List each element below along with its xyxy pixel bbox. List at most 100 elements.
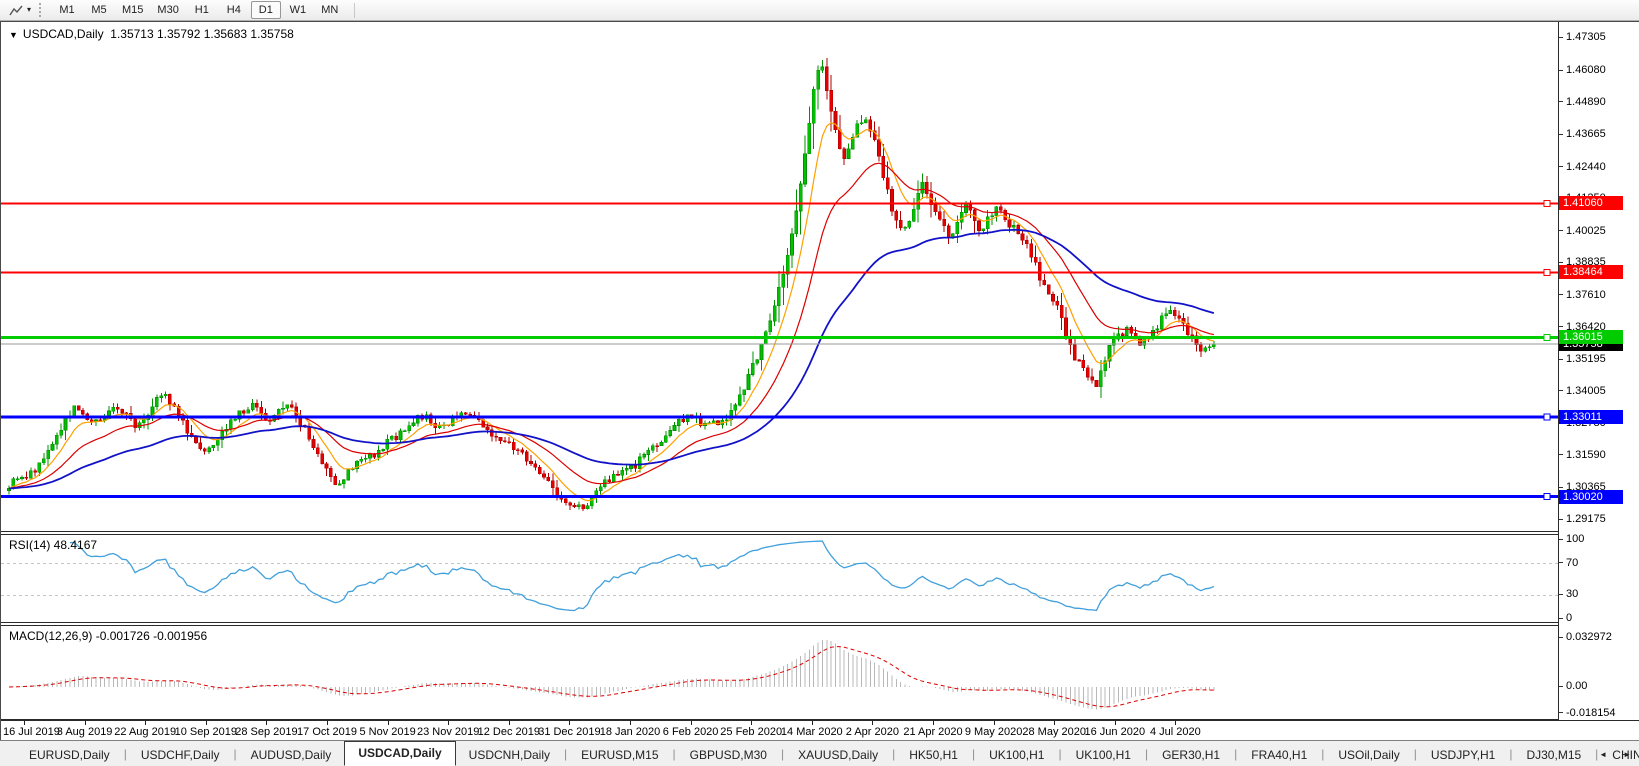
hline-handle[interactable]: [1544, 269, 1550, 275]
time-axis-tick: [569, 721, 570, 725]
date-label: 17 Oct 2019: [297, 726, 357, 738]
macd-indicator-pane[interactable]: MACD(12,26,9) -0.001726 -0.001956: [1, 625, 1558, 720]
timeframe-button-w1[interactable]: W1: [283, 1, 313, 19]
date-label: 25 Feb 2020: [720, 726, 782, 738]
date-label: 31 Dec 2019: [538, 726, 600, 738]
time-axis-tick: [1054, 721, 1055, 725]
trading-terminal-window: ▾ M1M5M15M30H1H4D1W1MN ▼ USDCAD,Daily 1.3…: [0, 0, 1639, 766]
date-label: 6 Feb 2020: [663, 726, 719, 738]
hline-handle[interactable]: [1544, 414, 1550, 420]
chart-tab-usdcad-daily[interactable]: USDCAD,Daily: [344, 741, 455, 766]
macd-axis-label: -0.018154: [1559, 706, 1616, 720]
date-label: 10 Sep 2019: [175, 726, 237, 738]
price-axis-label: 1.37610: [1559, 288, 1606, 302]
rsi-axis-label: 70: [1559, 556, 1578, 570]
date-label: 28 May 2020: [1022, 726, 1086, 738]
date-label: 28 Sep 2019: [235, 726, 297, 738]
time-axis-tick: [448, 721, 449, 725]
time-axis-tick: [872, 721, 873, 725]
chart-tools-button[interactable]: ▾: [5, 2, 35, 19]
time-axis-tick: [994, 721, 995, 725]
timeframe-button-d1[interactable]: D1: [251, 1, 281, 19]
moving-average-21: [9, 163, 1214, 488]
scroll-right-icon[interactable]: ►: [1623, 751, 1631, 759]
hline-price-badge: 1.36015: [1559, 330, 1623, 344]
chart-tab-uk100-h1[interactable]: UK100,H1: [1063, 744, 1144, 766]
chart-tab-eurusd-daily[interactable]: EURUSD,Daily: [16, 744, 123, 766]
chart-tab-hk50-h1[interactable]: HK50,H1: [896, 744, 971, 766]
rsi-label: RSI(14) 48.4167: [9, 538, 97, 552]
chart-tab-usdjpy-h1[interactable]: USDJPY,H1: [1418, 744, 1508, 766]
time-axis[interactable]: 16 Jul 20193 Aug 201922 Aug 201910 Sep 2…: [1, 720, 1639, 741]
date-label: 16 Jun 2020: [1085, 726, 1146, 738]
timeframe-buttons: M1M5M15M30H1H4D1W1MN: [51, 1, 346, 19]
timeframe-toolbar: ▾ M1M5M15M30H1H4D1W1MN: [0, 0, 1639, 21]
time-axis-tick: [327, 721, 328, 725]
chart-tab-usdchf-daily[interactable]: USDCHF,Daily: [128, 744, 233, 766]
toolbar-separator: [354, 3, 355, 18]
timeframe-button-m5[interactable]: M5: [84, 1, 114, 19]
chart-tab-fra40-h1[interactable]: FRA40,H1: [1238, 744, 1320, 766]
timeframe-button-h4[interactable]: H4: [219, 1, 249, 19]
time-axis-tick: [1115, 721, 1116, 725]
rsi-canvas[interactable]: [1, 536, 1558, 623]
time-axis-tick: [630, 721, 631, 725]
time-axis-tick: [145, 721, 146, 725]
price-chart-canvas[interactable]: [1, 23, 1558, 529]
price-axis-label: 1.47305: [1559, 30, 1606, 44]
time-axis-tick: [751, 721, 752, 725]
chart-tab-xauusd-daily[interactable]: XAUUSD,Daily: [785, 744, 891, 766]
tab-list: EURUSD,Daily|USDCHF,Daily|AUDUSD,DailyUS…: [16, 741, 1639, 766]
rsi-axis-label: 100: [1559, 532, 1584, 546]
hline-handle[interactable]: [1544, 334, 1550, 340]
rsi-indicator-pane[interactable]: RSI(14) 48.4167: [1, 534, 1558, 623]
chart-tab-gbpusd-m30[interactable]: GBPUSD,M30: [677, 744, 780, 766]
date-label: 2 Apr 2020: [846, 726, 899, 738]
timeframe-button-h1[interactable]: H1: [187, 1, 217, 19]
timeframe-button-m15[interactable]: M15: [116, 1, 149, 19]
hline-price-badge: 1.38464: [1559, 265, 1623, 279]
price-axis-label: 1.35195: [1559, 352, 1606, 366]
date-label: 16 Jul 2019: [3, 726, 60, 738]
chart-tab-uk100-h1[interactable]: UK100,H1: [976, 744, 1057, 766]
symbol-title: USDCAD,Daily: [23, 27, 104, 41]
price-axis-label: 1.42440: [1559, 160, 1606, 174]
time-axis-tick: [812, 721, 813, 725]
price-axis: 1.473051.460801.448901.436651.424401.412…: [1559, 22, 1639, 720]
hline-price-badge: 1.30020: [1559, 490, 1623, 504]
time-axis-tick: [388, 721, 389, 725]
time-axis-tick: [206, 721, 207, 725]
price-axis-label: 1.40025: [1559, 224, 1606, 238]
macd-label: MACD(12,26,9) -0.001726 -0.001956: [9, 629, 207, 643]
hline-price-badge: 1.41060: [1559, 196, 1623, 210]
chart-tab-audusd-daily[interactable]: AUDUSD,Daily: [238, 744, 345, 766]
chart-tab-bar: EURUSD,Daily|USDCHF,Daily|AUDUSD,DailyUS…: [0, 740, 1639, 766]
hline-handle[interactable]: [1544, 200, 1550, 206]
scroll-left-icon[interactable]: ◄: [1599, 751, 1607, 759]
time-axis-tick: [1175, 721, 1176, 725]
chart-tab-eurusd-m15[interactable]: EURUSD,M15: [568, 744, 671, 766]
timeframe-button-m30[interactable]: M30: [151, 1, 184, 19]
macd-canvas[interactable]: [1, 627, 1558, 720]
candles-layer[interactable]: [8, 58, 1216, 511]
timeframe-button-mn[interactable]: MN: [315, 1, 345, 19]
toolbar-grip: [39, 3, 43, 17]
date-label: 12 Dec 2019: [478, 726, 540, 738]
hline-price-badge: 1.33011: [1559, 410, 1623, 424]
date-label: 3 Aug 2019: [57, 726, 113, 738]
price-chart-pane[interactable]: ▼USDCAD,Daily 1.35713 1.35792 1.35683 1.…: [1, 23, 1558, 532]
chart-tab-ger30-h1[interactable]: GER30,H1: [1149, 744, 1233, 766]
chart-tab-usdcnh-daily[interactable]: USDCNH,Daily: [456, 744, 563, 766]
moving-averages-layer: [9, 123, 1214, 501]
moving-average-8: [9, 123, 1214, 501]
chart-tab-dj30-m15[interactable]: DJ30,M15: [1513, 744, 1594, 766]
date-label: 22 Aug 2019: [114, 726, 176, 738]
chart-tab-usoil-daily[interactable]: USOil,Daily: [1325, 744, 1412, 766]
rsi-axis-label: 0: [1559, 611, 1572, 625]
time-axis-tick: [266, 721, 267, 725]
chevron-down-icon: ▾: [27, 6, 31, 14]
macd-axis-label: 0.032972: [1559, 630, 1612, 644]
timeframe-button-m1[interactable]: M1: [52, 1, 82, 19]
hline-handle[interactable]: [1544, 494, 1550, 500]
collapse-triangle-icon: ▼: [9, 30, 18, 40]
